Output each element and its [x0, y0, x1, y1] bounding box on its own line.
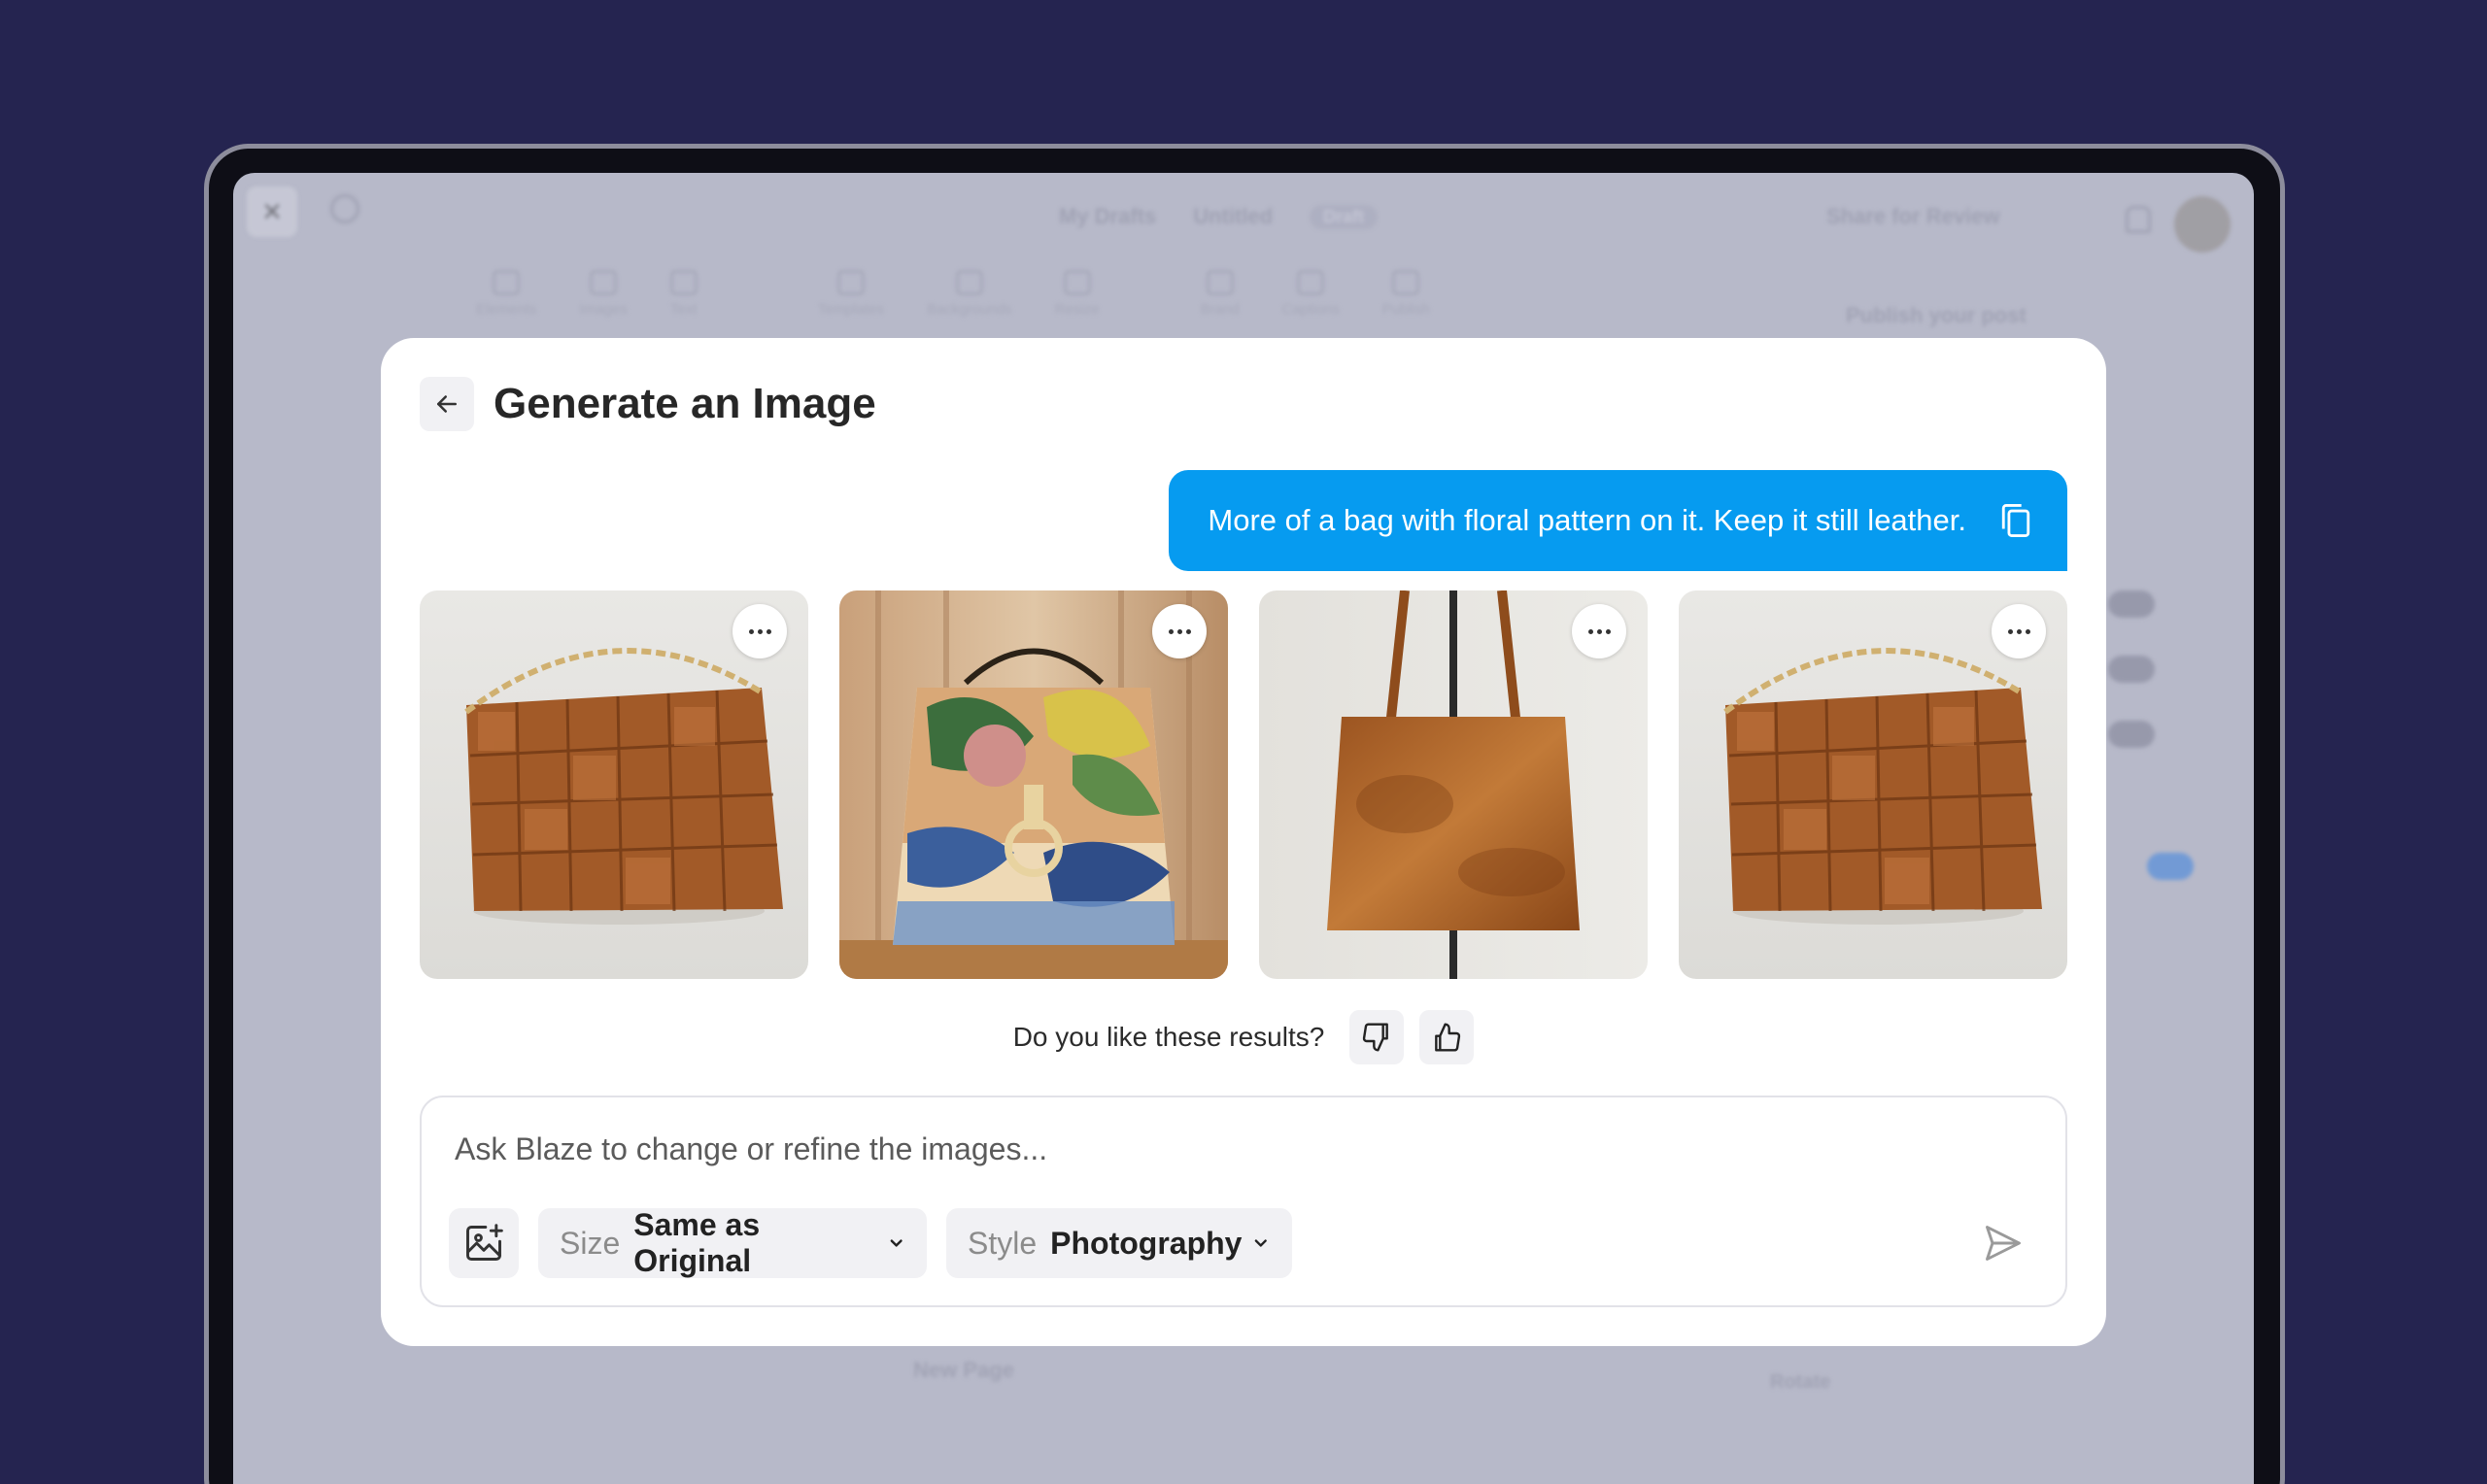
bg-toggle — [2108, 656, 2155, 683]
style-label: Style — [968, 1225, 1038, 1261]
bg-breadcrumb-drafts: My Drafts — [1059, 204, 1157, 228]
more-options-button[interactable] — [732, 604, 787, 658]
modal-title: Generate an Image — [494, 380, 876, 427]
more-options-button[interactable] — [1992, 604, 2046, 658]
back-button[interactable] — [420, 377, 474, 431]
bg-tool-templates: Templates — [818, 270, 884, 318]
generated-image[interactable] — [420, 590, 808, 979]
chevron-down-icon — [890, 1239, 903, 1247]
bg-tool-text: Text — [669, 270, 698, 318]
bg-toggle — [2147, 853, 2194, 880]
thumbs-up-button[interactable] — [1419, 1010, 1475, 1064]
bg-tool-captions: Captions — [1282, 270, 1340, 318]
bg-tool-resize: Resize — [1055, 270, 1100, 318]
more-options-button[interactable] — [1572, 604, 1626, 658]
bg-tool-brand: Brand — [1201, 270, 1240, 318]
thumbs-down-icon — [1363, 1023, 1389, 1052]
bg-breadcrumb: My Drafts Untitled Draft — [1059, 204, 1379, 229]
style-value: Photography — [1050, 1225, 1243, 1261]
bg-tool-elements: Elements — [476, 270, 537, 318]
size-value: Same as Original — [633, 1207, 761, 1278]
bg-new-page-button: New Page — [913, 1358, 1014, 1382]
chevron-down-icon — [1255, 1239, 1268, 1247]
send-icon — [1986, 1226, 2021, 1261]
thumbs-down-button[interactable] — [1349, 1010, 1405, 1064]
refine-composer: Size Same as Original Style Photography — [420, 1096, 2067, 1307]
bg-close-icon: × — [247, 186, 297, 237]
thumbs-up-icon — [1435, 1023, 1461, 1052]
bg-toggle — [2108, 721, 2155, 748]
bg-toggle — [2108, 590, 2155, 618]
size-label: Size — [560, 1225, 621, 1261]
bg-draft-badge: Draft — [1310, 204, 1379, 229]
generated-image[interactable] — [1259, 590, 1648, 979]
bg-search-icon — [330, 194, 359, 223]
bg-tool-publish: Publish — [1382, 270, 1430, 318]
bg-share-button: Share for Review — [1826, 204, 2000, 228]
prompt-bubble: More of a bag with floral pattern on it.… — [1169, 470, 2067, 571]
refine-input[interactable] — [455, 1127, 1912, 1171]
generated-image[interactable] — [1679, 590, 2067, 979]
size-select[interactable]: Size Same as Original — [538, 1207, 927, 1278]
bg-tool-images: Images — [580, 270, 628, 318]
bg-avatar — [2174, 196, 2231, 253]
style-select[interactable]: Style Photography — [946, 1208, 1292, 1278]
more-options-button[interactable] — [1152, 604, 1207, 658]
send-button[interactable] — [1980, 1220, 2027, 1266]
bg-breadcrumb-untitled: Untitled — [1193, 204, 1274, 228]
bg-topbar: × My Drafts Untitled Draft Share for Rev… — [233, 173, 2254, 253]
feedback-row: Do you like these results? — [381, 1010, 2106, 1064]
bg-rotate-label: Rotate — [1770, 1371, 1831, 1393]
image-add-icon — [466, 1224, 503, 1261]
add-image-button[interactable] — [449, 1208, 519, 1278]
generated-image[interactable] — [839, 590, 1228, 979]
generated-images — [420, 590, 2067, 979]
arrow-left-icon — [437, 395, 457, 413]
bg-tool-backgrounds: Backgrounds — [927, 270, 1012, 318]
copy-icon[interactable] — [1999, 502, 2032, 539]
generate-image-modal: Generate an Image More of a bag with flo… — [381, 338, 2106, 1346]
bg-bell-icon — [2126, 206, 2151, 233]
feedback-question: Do you like these results? — [1012, 1022, 1325, 1052]
bg-publish-heading: Publish your post — [1846, 303, 2027, 327]
prompt-text: More of a bag with floral pattern on it.… — [1208, 503, 1966, 537]
bg-toolbar: Elements Images Text Templates Backgroun… — [476, 270, 1430, 318]
